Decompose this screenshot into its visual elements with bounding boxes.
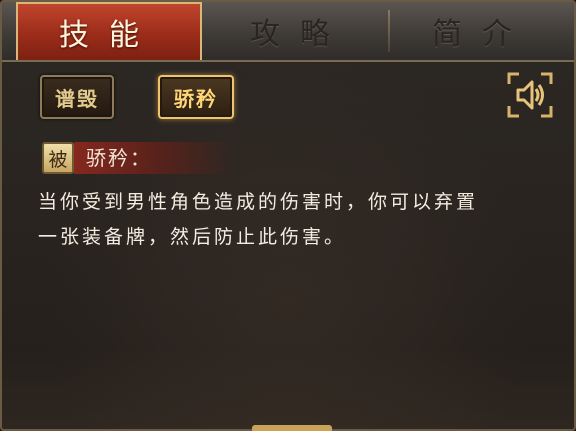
tab-intro[interactable]: 简介 bbox=[394, 2, 570, 60]
skill-description-line: 一张装备牌，然后防止此伤害。 bbox=[38, 226, 347, 248]
skill-description: 当你受到男性角色造成的伤害时，你可以弃置 一张装备牌，然后防止此伤害。 bbox=[38, 185, 558, 255]
tab-divider bbox=[388, 10, 390, 52]
skill-title: 骄矜： bbox=[86, 146, 152, 170]
skill-button-jiaojin[interactable]: 骄矜 bbox=[158, 75, 234, 119]
tab-skills[interactable]: 技能 bbox=[16, 2, 202, 60]
tab-strategy[interactable]: 攻略 bbox=[212, 2, 388, 60]
background-decoration bbox=[2, 349, 574, 429]
skill-panel: 技能 攻略 简介 谱毁 骄矜 被 骄矜： 当你受到男性角色造成的伤害时，你可以弃… bbox=[0, 0, 576, 431]
audio-button[interactable] bbox=[505, 70, 555, 120]
skill-button-jiaojin-label: 骄矜 bbox=[174, 86, 218, 111]
tab-skills-label: 技能 bbox=[59, 18, 159, 53]
tab-bar: 技能 攻略 简介 bbox=[2, 2, 574, 62]
speaker-icon bbox=[507, 72, 553, 118]
tab-intro-label: 简介 bbox=[432, 17, 532, 52]
skill-button-puhui[interactable]: 谱毁 bbox=[40, 75, 114, 119]
skill-button-puhui-label: 谱毁 bbox=[55, 86, 99, 111]
skill-description-line: 当你受到男性角色造成的伤害时，你可以弃置 bbox=[38, 191, 479, 213]
tab-strategy-label: 攻略 bbox=[250, 17, 350, 52]
bottom-handle bbox=[252, 425, 332, 431]
passive-badge: 被 bbox=[42, 142, 74, 174]
